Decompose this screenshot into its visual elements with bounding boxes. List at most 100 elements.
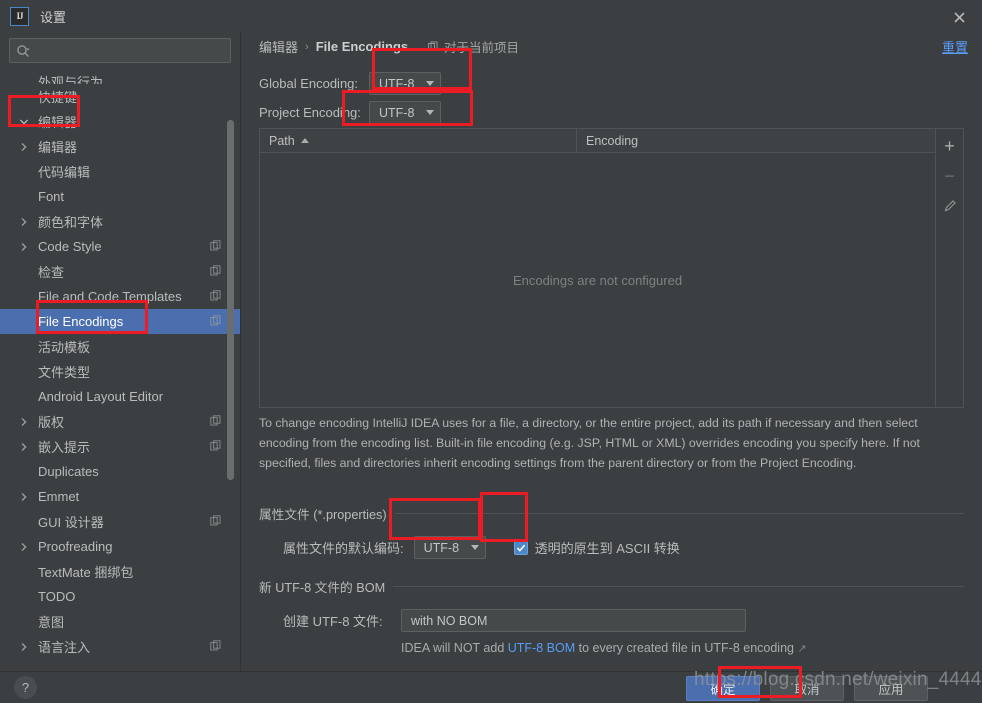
- transparent-ascii-checkbox-row[interactable]: 透明的原生到 ASCII 转换: [513, 538, 680, 557]
- sidebar-item-todo[interactable]: TODO: [0, 584, 240, 609]
- sidebar-item-textmate[interactable]: TextMate 捆绑包: [0, 559, 240, 584]
- properties-default-encoding-combobox[interactable]: UTF-8: [413, 536, 486, 559]
- sidebar-item-proofreading[interactable]: Proofreading: [0, 534, 240, 559]
- sidebar-item-[interactable]: 颜色和字体: [0, 209, 240, 234]
- copy-settings-icon[interactable]: [210, 515, 222, 530]
- project-encoding-value: UTF-8: [379, 105, 415, 120]
- search-icon: [16, 44, 30, 58]
- add-path-button[interactable]: +: [937, 131, 963, 161]
- chevron-right-icon[interactable]: [16, 142, 32, 152]
- global-encoding-combobox[interactable]: UTF-8: [369, 72, 441, 95]
- bom-note-link[interactable]: UTF-8 BOM: [508, 641, 575, 655]
- bom-create-combobox[interactable]: with NO BOM: [401, 609, 746, 632]
- project-scope-label: 对于当前项目: [444, 41, 520, 55]
- edit-pencil-icon[interactable]: [937, 191, 963, 221]
- group-divider: [393, 586, 964, 587]
- column-header-encoding-label: Encoding: [586, 133, 639, 148]
- close-icon[interactable]: [944, 4, 974, 30]
- sidebar-item-[interactable]: 检查: [0, 259, 240, 284]
- sidebar-item-file-encodings[interactable]: File Encodings: [0, 309, 240, 334]
- chevron-right-icon[interactable]: [16, 642, 32, 652]
- copy-settings-icon[interactable]: [210, 415, 222, 430]
- column-header-encoding[interactable]: Encoding: [577, 129, 935, 152]
- chevron-down-icon: [470, 545, 479, 550]
- bom-group-title-label: 新 UTF-8 文件的 BOM: [259, 581, 386, 595]
- sidebar-item-[interactable]: 编辑器: [0, 109, 240, 134]
- sidebar-item-[interactable]: 活动模板: [0, 334, 240, 359]
- chevron-right-icon[interactable]: [16, 417, 32, 427]
- copy-settings-icon[interactable]: [210, 240, 222, 255]
- sidebar-item-[interactable]: 外观与行为: [0, 72, 240, 84]
- sidebar-item-[interactable]: 代码编辑: [0, 159, 240, 184]
- chevron-right-icon[interactable]: [16, 217, 32, 227]
- copy-settings-icon[interactable]: [210, 265, 222, 280]
- sidebar-item-[interactable]: 编辑器: [0, 134, 240, 159]
- apply-button[interactable]: 应用: [854, 676, 928, 701]
- sidebar-scrollbar-track[interactable]: [227, 68, 237, 669]
- window-title: 设置: [40, 9, 67, 25]
- sidebar-item-label: Font: [38, 189, 65, 204]
- sidebar-item-[interactable]: 版权: [0, 409, 240, 434]
- properties-default-encoding-label: 属性文件的默认编码:: [283, 541, 404, 556]
- sidebar-scrollbar-thumb[interactable]: [227, 120, 234, 480]
- copy-settings-icon[interactable]: [210, 315, 222, 330]
- sidebar-item-[interactable]: 快捷键: [0, 84, 240, 109]
- encodings-table: Path Encoding Encodings are not configur…: [259, 128, 964, 408]
- sidebar-item-android-layout-editor[interactable]: Android Layout Editor: [0, 384, 240, 409]
- encodings-table-body[interactable]: Encodings are not configured: [260, 153, 935, 407]
- transparent-ascii-checkbox[interactable]: [513, 540, 528, 555]
- bom-note-suffix: to every created file in UTF-8 encoding: [575, 641, 794, 655]
- breadcrumb-parent[interactable]: 编辑器: [259, 37, 298, 56]
- help-button[interactable]: ?: [14, 676, 37, 699]
- sidebar-item-font[interactable]: Font: [0, 184, 240, 209]
- encodings-table-grid: Path Encoding Encodings are not configur…: [260, 129, 935, 407]
- copy-settings-icon[interactable]: [210, 440, 222, 455]
- chevron-right-icon[interactable]: [16, 242, 32, 252]
- copy-settings-icon[interactable]: [210, 640, 222, 655]
- project-encoding-label: Project Encoding:: [259, 105, 361, 120]
- title-bar: IJ 设置: [0, 0, 982, 32]
- copy-settings-icon[interactable]: [210, 290, 222, 305]
- breadcrumb: 编辑器 › File Encodings: [259, 37, 408, 56]
- cancel-button[interactable]: 取消: [770, 676, 844, 701]
- project-encoding-combobox[interactable]: UTF-8: [369, 101, 441, 124]
- sidebar-item-[interactable]: 语言注入: [0, 634, 240, 659]
- chevron-down-icon[interactable]: [16, 117, 32, 127]
- encodings-description: To change encoding IntelliJ IDEA uses fo…: [259, 416, 920, 470]
- column-header-path-label: Path: [269, 133, 295, 148]
- properties-group-title: 属性文件 (*.properties): [259, 504, 964, 523]
- sidebar-item-code-style[interactable]: Code Style: [0, 234, 240, 259]
- sidebar-item-[interactable]: 嵌入提示: [0, 434, 240, 459]
- remove-path-button[interactable]: −: [937, 161, 963, 191]
- chevron-down-icon: [426, 110, 434, 115]
- sidebar-item-[interactable]: 意图: [0, 609, 240, 634]
- chevron-right-icon[interactable]: [16, 542, 32, 552]
- sidebar-item-duplicates[interactable]: Duplicates: [0, 459, 240, 484]
- bom-create-value: with NO BOM: [411, 613, 488, 628]
- sidebar-item-label: File Encodings: [38, 314, 124, 329]
- sidebar-item-label: 文件类型: [38, 365, 91, 380]
- sidebar-item-label: Code Style: [38, 239, 102, 254]
- search-input[interactable]: [30, 43, 230, 58]
- sidebar-item-label: 活动模板: [38, 340, 91, 355]
- encodings-table-toolbar: + −: [935, 129, 963, 407]
- sidebar-item-label: Duplicates: [38, 464, 99, 479]
- external-link-icon[interactable]: ↗: [797, 643, 806, 655]
- sidebar-item-[interactable]: 文件类型: [0, 359, 240, 384]
- chevron-down-icon: [426, 81, 434, 86]
- global-encoding-value: UTF-8: [379, 76, 415, 91]
- sidebar-item-file-and-code-templates[interactable]: File and Code Templates: [0, 284, 240, 309]
- sidebar-item-label: GUI 设计器: [38, 515, 104, 530]
- ok-button[interactable]: 确定: [686, 676, 760, 701]
- sidebar-item-label: 编辑器: [38, 115, 78, 130]
- reset-link[interactable]: 重置: [942, 37, 968, 56]
- empty-state-message: Encodings are not configured: [512, 272, 683, 288]
- bom-note: IDEA will NOT add UTF-8 BOM to every cre…: [401, 641, 964, 655]
- column-header-path[interactable]: Path: [260, 129, 577, 152]
- sidebar-item-emmet[interactable]: Emmet: [0, 484, 240, 509]
- search-box[interactable]: [9, 38, 231, 63]
- sidebar-item-label: 快捷键: [38, 90, 78, 105]
- chevron-right-icon[interactable]: [16, 492, 32, 502]
- sidebar-item-gui[interactable]: GUI 设计器: [0, 509, 240, 534]
- chevron-right-icon[interactable]: [16, 442, 32, 452]
